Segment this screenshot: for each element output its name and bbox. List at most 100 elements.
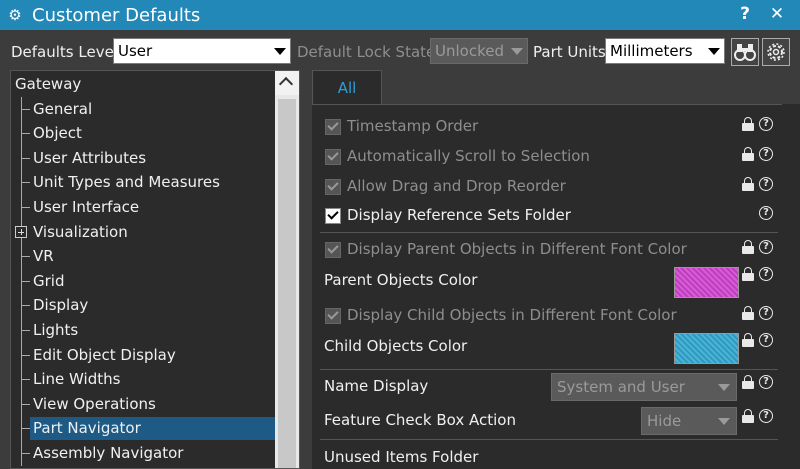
tree-line [21, 305, 30, 307]
lock-icon[interactable] [742, 306, 754, 320]
timestamp-order-checkbox[interactable] [325, 119, 341, 135]
name-display-select[interactable]: System and User [551, 373, 737, 401]
tree-item-object[interactable]: Object [11, 121, 276, 146]
parent-color-swatch[interactable] [674, 267, 739, 298]
tree-item-general[interactable]: General [11, 96, 276, 122]
tab-all[interactable]: All [312, 70, 382, 104]
lock-icon[interactable] [742, 147, 754, 161]
tree-item-grid[interactable]: Grid [11, 268, 276, 294]
tree-item-label: General [33, 99, 93, 118]
ref-sets-folder-checkbox[interactable] [325, 208, 341, 224]
scroll-up-arrow-icon[interactable] [275, 71, 299, 95]
tree-item-label: Object [33, 124, 82, 143]
settings-button[interactable] [762, 38, 790, 66]
lock-icon[interactable] [742, 333, 754, 347]
part-units-select[interactable]: Millimeters [605, 38, 725, 64]
chevron-down-icon [718, 384, 730, 391]
tree-item-assembly-navigator[interactable]: Assembly Navigator [11, 441, 276, 466]
help-icon[interactable]: ? [759, 206, 773, 220]
tree-line [21, 256, 30, 258]
lock-icon[interactable] [742, 240, 754, 254]
defaults-level-label: Defaults Level [11, 43, 118, 61]
lock-icon[interactable] [742, 409, 754, 423]
tree-line [21, 207, 30, 208]
help-icon[interactable]: ? [759, 306, 773, 320]
child-color-swatch[interactable] [674, 333, 739, 364]
ref-sets-folder-label: Display Reference Sets Folder [347, 206, 571, 224]
tree-line [21, 428, 30, 430]
default-lock-state-select[interactable]: Unlocked [430, 38, 528, 64]
tree-item-unit-types-and-measures[interactable]: Unit Types and Measures [11, 170, 276, 195]
help-icon[interactable]: ? [759, 375, 773, 389]
parent-color-row: Parent Objects Color ? [312, 265, 778, 299]
help-icon[interactable]: ? [759, 333, 773, 347]
expand-plus-icon[interactable] [15, 225, 27, 238]
app-gear-icon: ⚙ [8, 6, 22, 24]
drag-drop-row: Allow Drag and Drop Reorder ? [312, 177, 778, 199]
parent-font-color-checkbox[interactable] [325, 242, 341, 258]
tree-item-view-operations[interactable]: View Operations [11, 391, 276, 417]
tree-scrollbar[interactable] [275, 71, 299, 468]
tree-item-vr[interactable]: VR [11, 244, 276, 269]
tree-item-part-navigator[interactable]: Part Navigator [11, 416, 276, 441]
tree-line [21, 182, 30, 184]
tree-item-user-attributes[interactable]: User Attributes [11, 145, 276, 171]
tree-item-lights[interactable]: Lights [11, 318, 276, 343]
lock-icon[interactable] [742, 375, 754, 389]
help-icon[interactable]: ? [759, 409, 773, 423]
settings-scrollbar[interactable] [782, 104, 800, 469]
auto-scroll-checkbox[interactable] [325, 149, 341, 165]
drag-drop-checkbox[interactable] [325, 179, 341, 195]
tree-root-gateway[interactable]: Gateway [11, 72, 276, 97]
help-icon[interactable]: ? [759, 147, 773, 161]
auto-scroll-label: Automatically Scroll to Selection [347, 147, 590, 165]
lock-icon[interactable] [742, 177, 754, 191]
lock-icon[interactable] [742, 267, 754, 281]
tree-item-label: Lights [33, 321, 79, 339]
divider [320, 369, 778, 370]
tree-item-label: Edit Object Display [33, 345, 176, 364]
child-font-color-checkbox[interactable] [325, 308, 341, 324]
tree-item-line-widths[interactable]: Line Widths [11, 367, 276, 392]
tree-item-label: VR [33, 247, 54, 266]
window-title: Customer Defaults [32, 4, 201, 26]
default-lock-state-value: Unlocked [435, 42, 504, 60]
defaults-level-value: User [118, 42, 153, 60]
tree-line [21, 453, 30, 454]
chevron-down-icon [511, 48, 523, 55]
lock-icon[interactable] [742, 117, 754, 131]
help-icon[interactable]: ? [759, 177, 773, 191]
tree-item-user-interface[interactable]: User Interface [11, 195, 276, 220]
help-icon[interactable]: ? [759, 267, 773, 281]
chevron-down-icon [718, 418, 730, 425]
tree-root-label: Gateway [15, 75, 82, 93]
tree-item-display[interactable]: Display [11, 293, 276, 318]
close-button[interactable]: ✕ [766, 4, 788, 24]
parent-font-color-label: Display Parent Objects in Different Font… [347, 240, 687, 258]
title-bar: ⚙ Customer Defaults ? ✕ [0, 0, 800, 30]
help-button[interactable]: ? [734, 4, 756, 24]
tree-item-label: Part Navigator [33, 419, 141, 438]
tree-item-label: Line Widths [33, 370, 121, 389]
find-button[interactable] [731, 38, 759, 66]
tree-line [21, 379, 30, 381]
toolbar: Defaults Level User Default Lock State U… [0, 30, 800, 70]
help-icon[interactable]: ? [759, 117, 773, 131]
scrollbar-thumb[interactable] [278, 99, 296, 468]
child-color-row: Child Objects Color ? [312, 331, 778, 365]
help-icon[interactable]: ? [759, 240, 773, 254]
feature-check-select[interactable]: Hide [641, 407, 737, 435]
name-display-row: Name Display System and User ? [312, 373, 778, 403]
tree-item-edit-object-display[interactable]: Edit Object Display [11, 342, 276, 368]
child-font-color-label: Display Child Objects in Different Font … [347, 306, 677, 324]
tree-item-visualization[interactable]: Visualization [11, 219, 276, 245]
defaults-level-select[interactable]: User [113, 38, 291, 64]
unused-items-label: Unused Items Folder [324, 448, 479, 466]
tree-line [21, 157, 30, 159]
tree-item-label: View Operations [33, 394, 156, 413]
feature-check-value: Hide [647, 412, 682, 430]
ref-sets-folder-row: Display Reference Sets Folder ? [312, 206, 778, 228]
name-display-label: Name Display [324, 377, 429, 395]
category-tree: Gateway General Object User Attributes Unit… [10, 70, 300, 469]
timestamp-order-label: Timestamp Order [347, 117, 479, 135]
